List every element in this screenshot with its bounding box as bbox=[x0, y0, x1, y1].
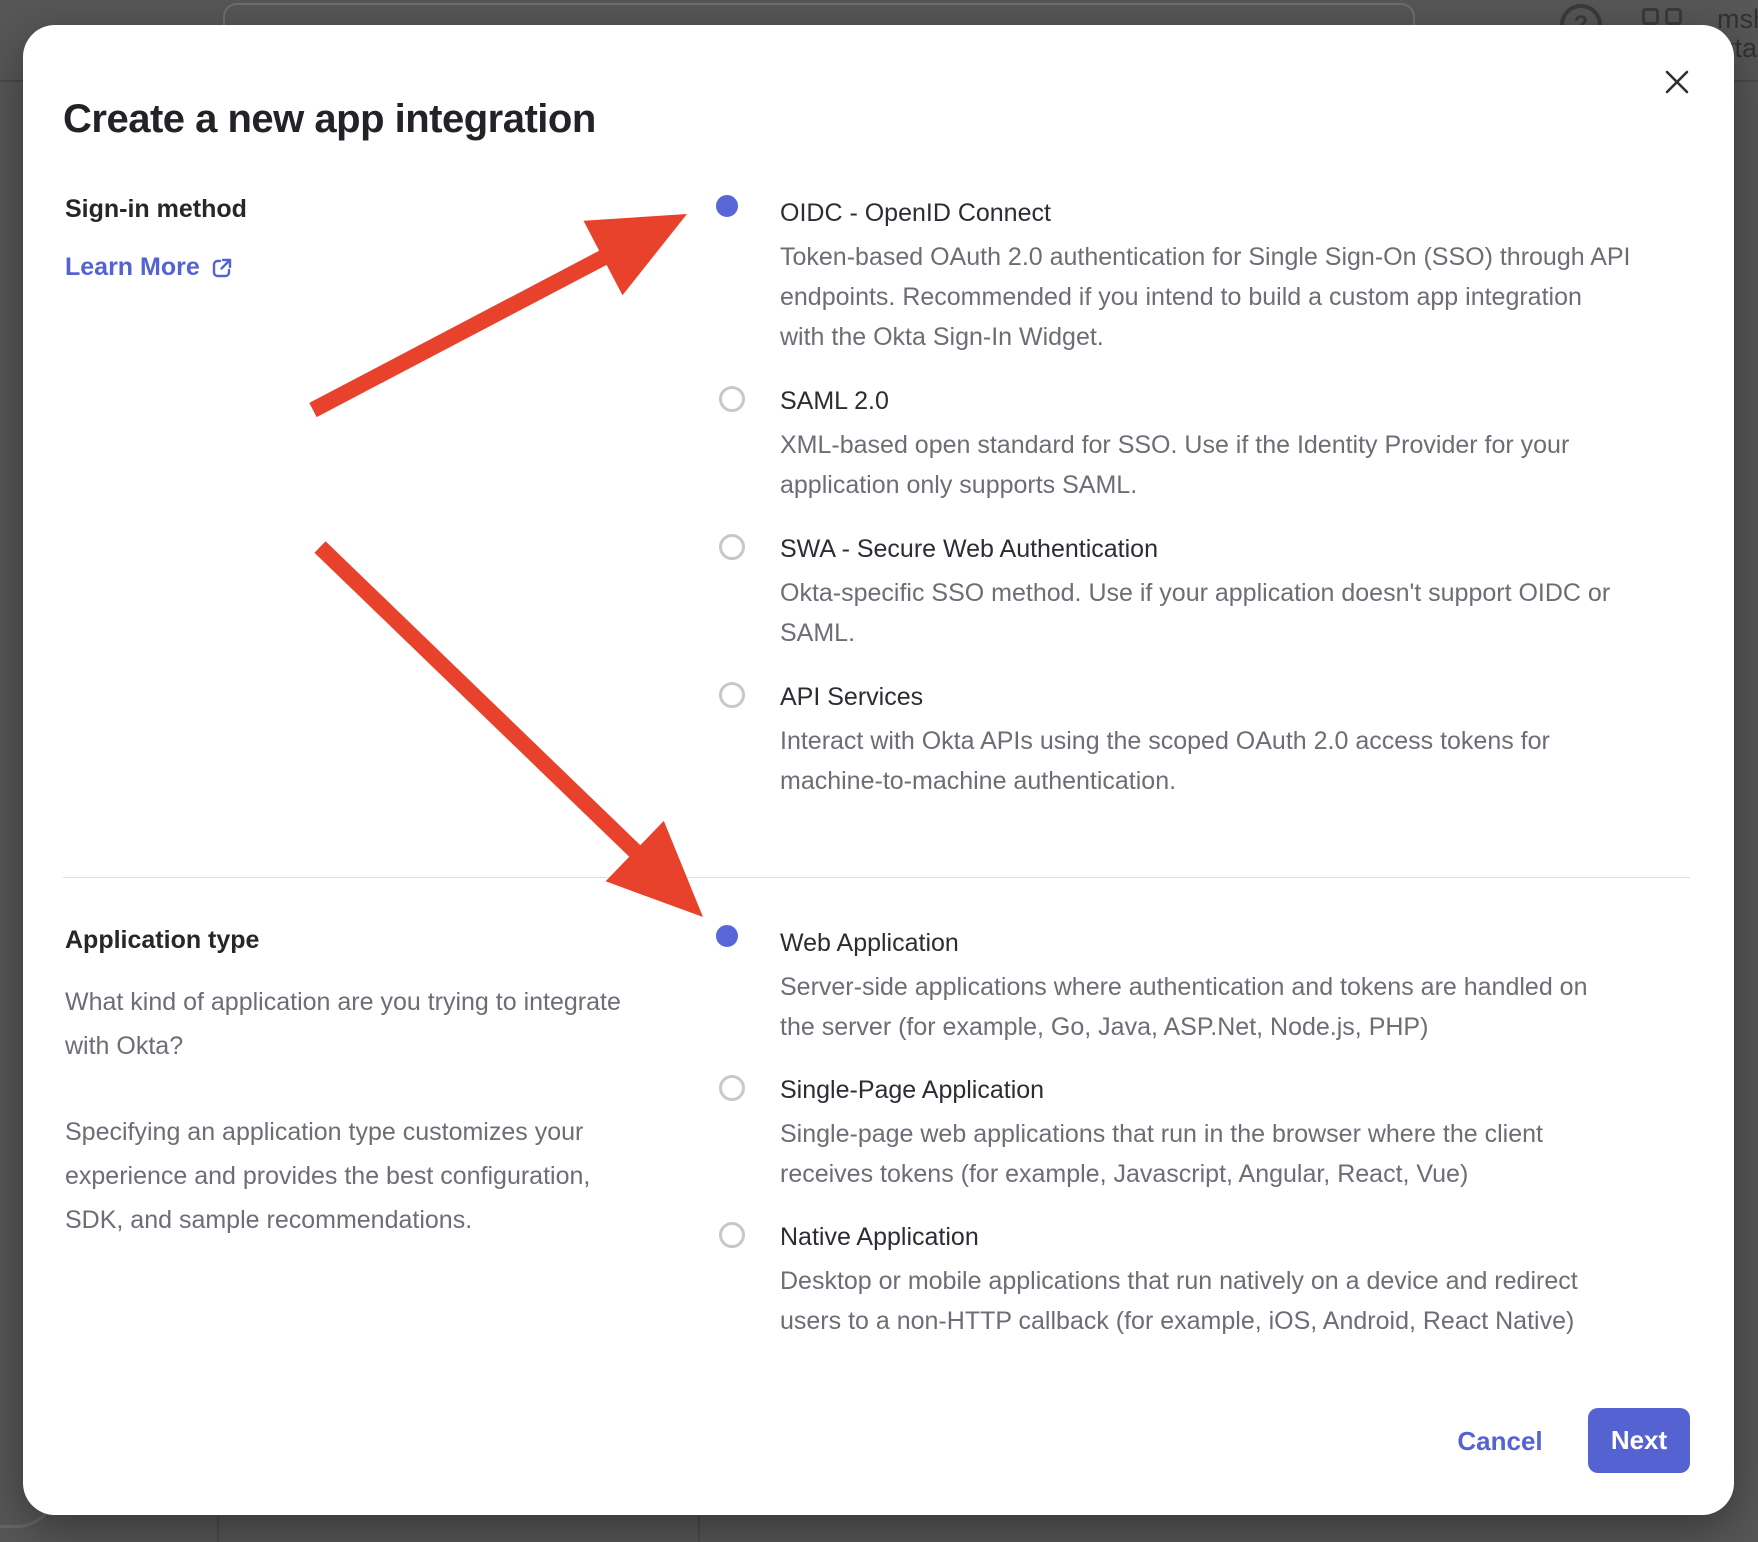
external-link-icon bbox=[210, 256, 234, 280]
option-saml-label[interactable]: SAML 2.0 bbox=[780, 384, 889, 418]
next-button[interactable]: Next bbox=[1588, 1408, 1690, 1473]
radio-web-app-selected[interactable] bbox=[716, 925, 738, 947]
option-native-app-label[interactable]: Native Application bbox=[780, 1220, 979, 1254]
learn-more-label: Learn More bbox=[65, 253, 200, 282]
option-api-services-description: Interact with Okta APIs using the scoped… bbox=[780, 721, 1692, 801]
application-type-question: What kind of application are you trying … bbox=[65, 980, 625, 1068]
screen: ? msh kta Create a new app integration S… bbox=[0, 0, 1758, 1542]
application-type-heading: Application type bbox=[65, 926, 259, 955]
option-web-app-label[interactable]: Web Application bbox=[780, 926, 959, 960]
option-web-app-description: Server-side applications where authentic… bbox=[780, 967, 1692, 1047]
option-spa-description: Single-page web applications that run in… bbox=[780, 1114, 1692, 1194]
radio-swa[interactable] bbox=[719, 534, 745, 560]
radio-oidc-selected[interactable] bbox=[716, 195, 738, 217]
option-swa-label[interactable]: SWA - Secure Web Authentication bbox=[780, 532, 1158, 566]
option-oidc-label[interactable]: OIDC - OpenID Connect bbox=[780, 196, 1051, 230]
option-oidc-description: Token-based OAuth 2.0 authentication for… bbox=[780, 237, 1692, 357]
background-partial-text-1: msh bbox=[1717, 4, 1758, 35]
close-icon[interactable] bbox=[1659, 64, 1695, 100]
background-layout-line-1 bbox=[217, 1516, 219, 1542]
dialog-title: Create a new app integration bbox=[63, 97, 596, 142]
background-layout-line-2 bbox=[698, 1516, 700, 1542]
option-saml-description: XML-based open standard for SSO. Use if … bbox=[780, 425, 1692, 505]
option-native-app-description: Desktop or mobile applications that run … bbox=[780, 1261, 1692, 1341]
section-divider bbox=[63, 877, 1690, 878]
learn-more-link[interactable]: Learn More bbox=[65, 253, 234, 282]
radio-native-app[interactable] bbox=[719, 1222, 745, 1248]
option-api-services-label[interactable]: API Services bbox=[780, 680, 923, 714]
cancel-button[interactable]: Cancel bbox=[1435, 1421, 1565, 1461]
radio-saml[interactable] bbox=[719, 386, 745, 412]
create-app-integration-dialog: Create a new app integration Sign-in met… bbox=[23, 25, 1734, 1515]
option-spa-label[interactable]: Single-Page Application bbox=[780, 1073, 1044, 1107]
radio-spa[interactable] bbox=[719, 1075, 745, 1101]
radio-api-services[interactable] bbox=[719, 682, 745, 708]
sign-in-method-heading: Sign-in method bbox=[65, 195, 247, 224]
option-swa-description: Okta-specific SSO method. Use if your ap… bbox=[780, 573, 1692, 653]
application-type-note: Specifying an application type customize… bbox=[65, 1110, 625, 1242]
